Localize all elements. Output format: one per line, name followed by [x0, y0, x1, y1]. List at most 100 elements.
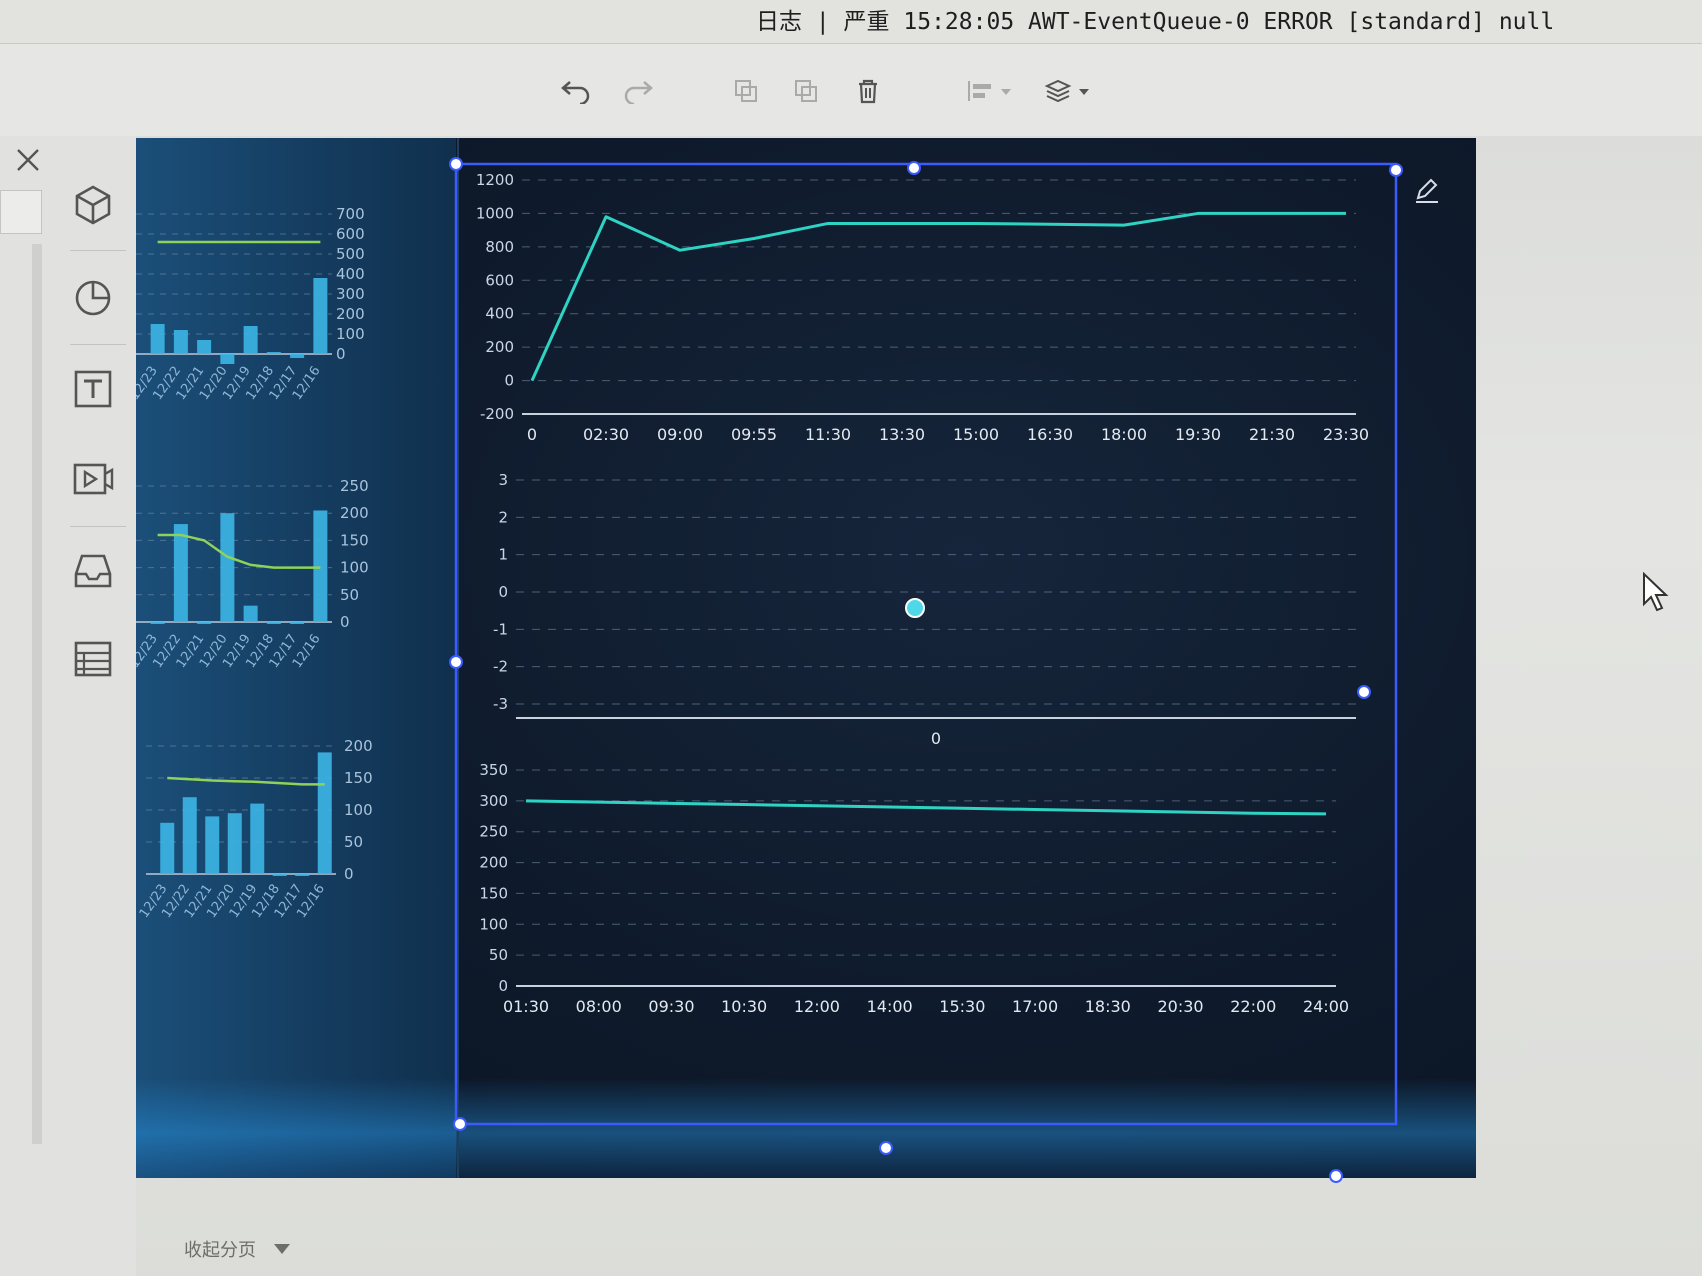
y-tick-label: 200 [336, 305, 365, 323]
table-icon[interactable] [70, 636, 116, 682]
x-tick-label: 13:30 [879, 425, 925, 444]
x-tick-label: 09:30 [648, 997, 694, 1016]
y-tick-label: 100 [344, 801, 373, 819]
x-tick-label: 18:30 [1085, 997, 1131, 1016]
bar [250, 803, 265, 874]
y-tick-label: 0 [498, 583, 508, 601]
align-icon[interactable] [962, 74, 1018, 108]
sidebar-divider [70, 344, 126, 345]
y-tick-label: 400 [485, 305, 514, 323]
y-tick-label: 100 [340, 559, 369, 577]
copy-icon[interactable] [726, 74, 766, 108]
y-tick-label: 350 [479, 761, 508, 779]
bar [197, 340, 212, 354]
bar [313, 510, 328, 622]
bar [227, 813, 242, 874]
cube-icon[interactable] [70, 182, 116, 228]
y-tick-label: 50 [344, 833, 363, 851]
bar [290, 354, 305, 358]
y-tick-label: 300 [336, 285, 365, 303]
y-tick-label: -2 [493, 658, 508, 676]
status-message: 日志 | 严重 15:28:05 AWT-EventQueue-0 ERROR … [756, 9, 1555, 35]
bar [173, 330, 188, 354]
sidebar-divider [70, 250, 126, 251]
x-tick-label: 17:00 [1012, 997, 1058, 1016]
x-tick-label: 02:30 [583, 425, 629, 444]
x-tick-label: 08:00 [576, 997, 622, 1016]
x-tick-label: 19:30 [1175, 425, 1221, 444]
y-tick-label: 150 [344, 769, 373, 787]
x-tick-label: 10:30 [721, 997, 767, 1016]
x-tick-label: 14:00 [867, 997, 913, 1016]
y-tick-label: 600 [336, 225, 365, 243]
status-bar: 日志 | 严重 15:28:05 AWT-EventQueue-0 ERROR … [0, 0, 1702, 44]
y-tick-label: 200 [340, 504, 369, 522]
y-tick-label: -3 [493, 695, 508, 713]
video-icon[interactable] [70, 456, 116, 502]
x-tick-label: 09:00 [657, 425, 703, 444]
y-tick-label: 700 [336, 205, 365, 223]
x-tick-label: 16:30 [1027, 425, 1073, 444]
top-series-line [530, 211, 1346, 382]
y-tick-label: -200 [480, 405, 514, 423]
y-tick-label: 1 [498, 546, 508, 564]
bar [243, 605, 258, 622]
y-tick-label: 300 [479, 792, 508, 810]
bar [266, 352, 281, 354]
y-tick-label: 600 [485, 271, 514, 289]
y-tick-label: 0 [340, 613, 350, 631]
x-tick-label: 23:30 [1323, 425, 1369, 444]
y-tick-label: 1200 [476, 171, 514, 189]
x-tick-label: 21:30 [1249, 425, 1295, 444]
y-tick-label: 800 [485, 238, 514, 256]
y-tick-label: 500 [336, 245, 365, 263]
bar [266, 622, 281, 624]
bar [272, 874, 287, 876]
delete-icon[interactable] [848, 74, 888, 108]
close-icon[interactable] [14, 146, 42, 174]
y-tick-label: 50 [489, 946, 508, 964]
bar [295, 874, 310, 876]
text-icon[interactable] [70, 366, 116, 412]
x-tick-label: 01:30 [503, 997, 549, 1016]
x-tick-label: 0 [527, 425, 537, 444]
bar [160, 822, 175, 874]
y-tick-label: 2 [498, 508, 508, 526]
y-tick-label: 200 [479, 854, 508, 872]
x-tick-label: 0 [931, 729, 941, 748]
undo-icon[interactable] [556, 74, 596, 108]
bar [205, 816, 220, 874]
bar [290, 622, 305, 624]
sidebar-divider [70, 526, 126, 527]
x-tick-label: 09:55 [731, 425, 777, 444]
y-tick-label: 3 [498, 471, 508, 489]
bar [220, 354, 235, 364]
x-tick-label: 18:00 [1101, 425, 1147, 444]
y-tick-label: 250 [479, 823, 508, 841]
bar [182, 797, 197, 874]
inbox-icon[interactable] [70, 548, 116, 594]
y-tick-label: 1000 [476, 204, 514, 222]
x-tick-label: 24:00 [1303, 997, 1349, 1016]
y-tick-label: 250 [340, 477, 369, 495]
bar [150, 622, 165, 624]
y-tick-label: 150 [479, 884, 508, 902]
panel-input[interactable] [0, 190, 42, 234]
toolbar [0, 44, 1702, 136]
y-tick-label: 400 [336, 265, 365, 283]
redo-icon[interactable] [618, 74, 658, 108]
mouse-cursor-icon [1643, 572, 1669, 612]
y-tick-label: 0 [336, 345, 346, 363]
chevron-down-icon[interactable] [274, 1244, 290, 1254]
paste-icon[interactable] [786, 74, 826, 108]
y-tick-label: 100 [336, 325, 365, 343]
dashboard-canvas[interactable]: 700 600 500 400 300 200 100 0 12/23 12/22 12/21 12/… [136, 138, 1476, 1178]
charts-svg: 700600500400300200100012/2312/2212/2112/… [136, 138, 1369, 1178]
pie-chart-icon[interactable] [70, 274, 116, 320]
layer-icon[interactable] [1040, 74, 1096, 108]
x-tick-label: 11:30 [805, 425, 851, 444]
collapse-pages-label[interactable]: 收起分页 [184, 1236, 256, 1262]
bar [313, 278, 328, 354]
bottom-series-line [525, 799, 1327, 816]
panel-scrollbar[interactable] [32, 244, 42, 1144]
